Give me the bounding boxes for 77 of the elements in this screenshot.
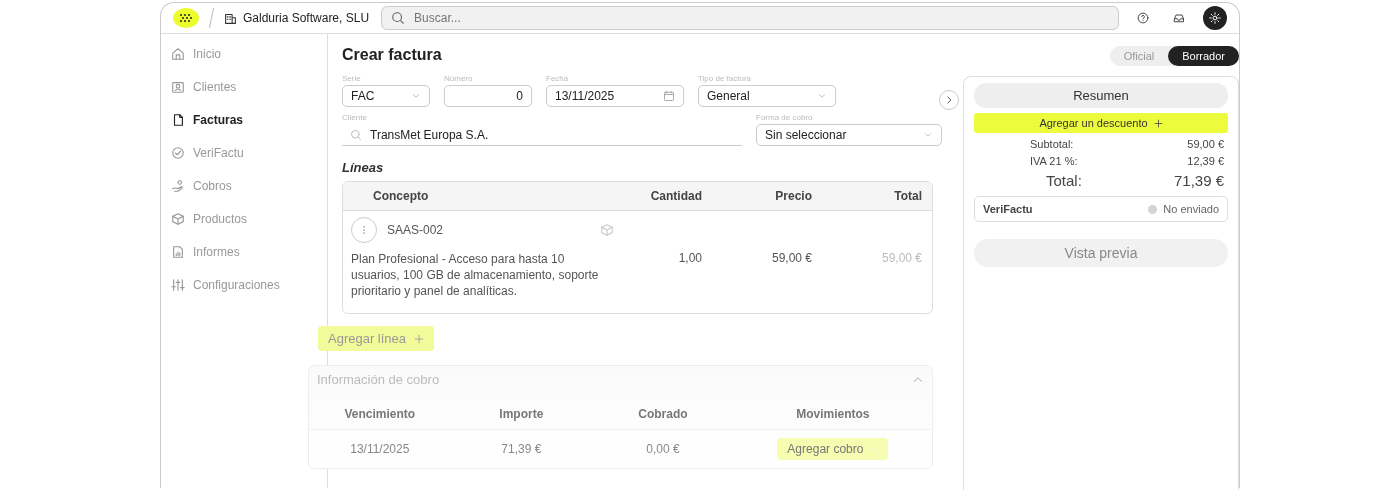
check-circle-icon xyxy=(171,146,185,160)
table-cell-text: 1,00 xyxy=(677,251,703,267)
sidebar-item[interactable]: Productos xyxy=(167,207,327,231)
page-title: Crear factura xyxy=(342,46,443,64)
field-label: Fecha xyxy=(546,74,570,83)
sliders-icon xyxy=(171,278,185,292)
company-name: Galduria Software, SLU xyxy=(243,11,370,25)
plus-icon xyxy=(1153,118,1163,128)
total-label: Total: xyxy=(1046,172,1082,189)
summary-header: Resumen xyxy=(974,83,1228,108)
verifactu-label: VeriFactu xyxy=(983,203,1033,215)
summary-value: 12,39 € xyxy=(1187,155,1224,167)
box-icon xyxy=(600,223,614,237)
sidebar-item[interactable]: VeriFactu xyxy=(167,141,327,165)
sidebar-item[interactable]: Cobros xyxy=(167,174,327,198)
table-cell-text: 59,00 € xyxy=(770,251,813,267)
home-icon xyxy=(171,47,185,61)
chevron-down-icon xyxy=(817,91,827,101)
chevron-down-icon xyxy=(923,130,933,140)
field-label: Cliente xyxy=(342,113,368,122)
dropdown[interactable]: General xyxy=(698,85,836,107)
product-code: SAAS-002 xyxy=(387,223,445,237)
status-text: No enviado xyxy=(1163,203,1219,215)
calendar-icon xyxy=(663,90,675,102)
column-header: Cantidad xyxy=(649,189,703,203)
plus-icon xyxy=(414,333,425,344)
building-icon xyxy=(224,11,237,25)
logo xyxy=(173,8,199,28)
column-header: Importe xyxy=(498,407,545,421)
search-field[interactable]: TransMet Europa S.A. xyxy=(342,124,742,146)
hand-coins-icon xyxy=(171,179,185,193)
column-header: Cobrado xyxy=(637,407,689,421)
dropdown[interactable]: Sin seleccionar xyxy=(756,124,942,146)
add-payment-button[interactable]: Agregar cobro xyxy=(777,438,889,460)
section-heading: Información de cobro xyxy=(317,372,440,387)
line-description: Plan Profesional - Acceso para hasta 10 usuarios, 100 GB de almacenamiento, soporte prioritario y panel de analíticas. xyxy=(350,251,600,299)
add-discount-button[interactable]: Agregar un descuento xyxy=(974,113,1228,133)
chevron-right-icon xyxy=(944,95,954,105)
sidebar-item[interactable]: Facturas xyxy=(167,108,327,132)
sun-icon xyxy=(1209,12,1221,24)
column-header: Vencimiento xyxy=(343,407,417,421)
table-cell-text: 59,00 € xyxy=(880,251,923,267)
summary-value: 59,00 € xyxy=(1187,138,1224,150)
column-header: Movimientos xyxy=(795,407,871,421)
mode-option[interactable]: Oficial xyxy=(1109,46,1169,66)
preview-button[interactable]: Vista previa xyxy=(974,239,1228,267)
field-label: Tipo de factura xyxy=(698,74,753,83)
column-header: Total xyxy=(893,189,923,203)
column-header: Concepto xyxy=(372,189,430,203)
contact-card-icon xyxy=(171,80,185,94)
search-field[interactable]: Buscar... xyxy=(381,6,1119,30)
date-field[interactable]: 13/11/2025 xyxy=(546,85,684,107)
help-icon xyxy=(1137,10,1149,26)
theme-toggle-button[interactable] xyxy=(1203,6,1227,30)
report-icon xyxy=(171,245,185,259)
sidebar-item[interactable]: Inicio xyxy=(167,42,327,66)
mode-option[interactable]: Borrador xyxy=(1168,46,1239,66)
plus-icon xyxy=(869,444,879,454)
table-cell-text: 13/11/2025 xyxy=(349,442,411,456)
column-header: Precio xyxy=(774,189,813,203)
sidebar-item[interactable]: Configuraciones xyxy=(167,273,327,297)
add-line-button[interactable]: Agregar línea xyxy=(318,326,435,351)
input-field[interactable]: 0 xyxy=(444,85,532,107)
dropdown[interactable]: FAC xyxy=(342,85,430,107)
summary-label: Subtotal: xyxy=(1030,138,1074,150)
box-icon xyxy=(171,212,185,226)
summary-label: IVA 21 %: xyxy=(1030,155,1078,167)
field-label: Número xyxy=(444,74,474,83)
section-heading: Líneas xyxy=(342,160,385,175)
table-cell-text: 71,39 € xyxy=(500,442,543,456)
sidebar-item[interactable]: Clientes xyxy=(167,75,327,99)
total-value: 71,39 € xyxy=(1173,172,1224,189)
chevron-down-icon xyxy=(411,91,421,101)
sidebar-item[interactable]: Informes xyxy=(167,240,327,264)
document-icon xyxy=(171,113,185,127)
search-icon xyxy=(350,128,362,141)
table-cell-text: 0,00 € xyxy=(645,442,681,456)
